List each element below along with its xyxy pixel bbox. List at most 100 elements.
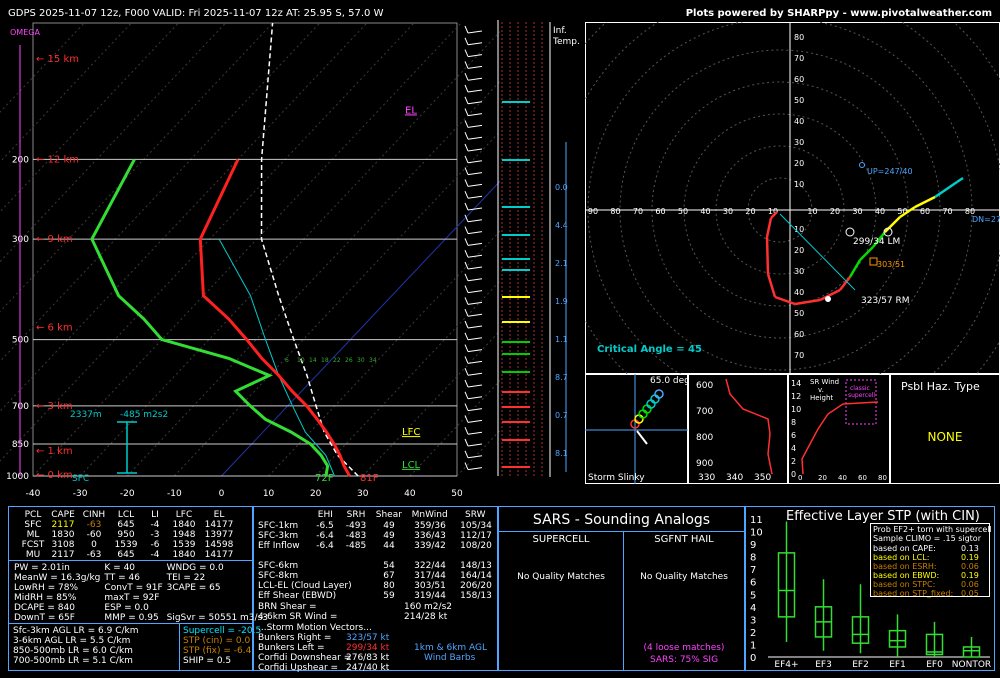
isotherm-line xyxy=(79,30,500,477)
prob-value: 0.19 xyxy=(961,571,979,580)
hodo-y-tick: 20 xyxy=(794,246,804,255)
loose-matches: (4 loose matches) xyxy=(643,643,725,653)
temp-tick-label: 0 xyxy=(219,489,225,499)
wind-barb xyxy=(467,89,483,93)
theta-x-tick: 350 xyxy=(754,473,771,483)
psbl-haz-value: NONE xyxy=(927,430,963,444)
composite-stp-fix: STP (fix) = -6.4 xyxy=(183,646,252,656)
col-header: LCL xyxy=(117,510,135,520)
t-sfc-label: 81F xyxy=(360,473,379,484)
stp-y-tick: 7 xyxy=(750,565,756,576)
hodo-trace xyxy=(794,298,821,306)
cell: -63 xyxy=(86,520,102,530)
wind-barb xyxy=(467,278,483,282)
kin-cell: 336/43 xyxy=(414,531,446,541)
parcel-header-row: PCL CAPE CINH LCL LI LFC EL xyxy=(19,510,237,520)
storm-slinky-panel: 65.0 deg Storm Slinky xyxy=(585,374,688,484)
omega-label: OMEGA xyxy=(10,28,40,37)
hodo-x-tick: 30 xyxy=(723,207,733,216)
wind-barb-flag xyxy=(464,37,469,45)
isotherm-line xyxy=(362,330,500,477)
mixing-ratio-label: 34 xyxy=(369,357,377,364)
sfc-label: SFC xyxy=(72,474,89,484)
motion-value: 276/83 kt xyxy=(346,653,390,663)
srw-x-tick: 20 xyxy=(818,474,827,482)
isotherm-line xyxy=(409,379,500,477)
prob-value: 0.19 xyxy=(961,553,979,562)
col-header: EL xyxy=(213,510,225,520)
wind-barb-flag xyxy=(464,462,469,470)
kin-cell: -483 xyxy=(345,531,367,541)
composite-ship: SHIP = 0.5 xyxy=(183,656,232,666)
motion-label: Corfidi Upshear = xyxy=(258,663,339,673)
wind-barb-flag xyxy=(464,167,469,175)
wind-barb xyxy=(467,419,483,423)
divider xyxy=(9,560,252,561)
kin-cell: Eff Inflow xyxy=(258,541,300,551)
hodo-up-point xyxy=(859,162,865,168)
cell: 2117 xyxy=(51,550,75,560)
wind-barb xyxy=(467,148,483,152)
pressure-tick-label: 500 xyxy=(12,336,29,346)
slinky-angle: 65.0 deg xyxy=(650,376,688,386)
hodo-x-tick: 40 xyxy=(875,207,885,216)
divider xyxy=(179,623,180,671)
wind-barb-flag xyxy=(464,155,469,163)
hodo-y-tick: 50 xyxy=(794,96,804,105)
hodo-x-tick: 60 xyxy=(920,207,930,216)
hodo-dn-label: DN=276 xyxy=(972,215,1000,224)
hodo-x-tick: 30 xyxy=(852,207,862,216)
hodo-y-tick: 60 xyxy=(794,330,804,339)
wind-barb xyxy=(467,372,483,376)
height-label: ← 1 km xyxy=(36,446,73,457)
wind-barb xyxy=(467,242,483,246)
prob-title: Prob EF2+ torn with supercell xyxy=(873,525,992,534)
page-title: GDPS 2025-11-07 12z, F000 VALID: Fri 202… xyxy=(8,8,384,19)
cell: 950 xyxy=(117,530,135,540)
srw-title: v. xyxy=(818,386,824,394)
kinematic-panel: EHI SRH Shear MnWind SRW SFC-1km -6.5 -493… xyxy=(253,506,498,673)
col-header: LFC xyxy=(175,510,193,520)
sars-title: SARS - Sounding Analogs xyxy=(532,512,711,528)
prob-value: 0.13 xyxy=(961,544,979,553)
mixing-ratio-label: 6 xyxy=(285,357,289,364)
hodo-x-tick: 70 xyxy=(942,207,952,216)
srw-classic: supercell xyxy=(848,392,875,399)
prob-value: 0.05 xyxy=(961,589,979,598)
index-value: DownT = 65F xyxy=(14,613,75,623)
hodo-trace xyxy=(914,195,936,209)
stp-y-tick: 9 xyxy=(750,540,756,551)
pressure-tick-label: 1000 xyxy=(6,472,29,482)
srw-trace xyxy=(801,401,879,475)
cell: 645 xyxy=(117,520,135,530)
kin-cell: 54 xyxy=(383,561,395,571)
mixing-ratio-label: 14 xyxy=(309,357,317,364)
lapse-rate: 700-500mb LR = 5.1 C/km xyxy=(13,656,133,666)
wind-barb-flag xyxy=(464,450,469,458)
hodo-bunkers-line xyxy=(779,213,856,291)
srw-y-tick: 8 xyxy=(791,418,796,427)
kin-cell: 112/17 xyxy=(460,531,492,541)
wind-barb xyxy=(467,396,483,400)
kin-cell: 148/13 xyxy=(460,561,492,571)
theta-panel: 600 700 800 900 330 340 350 xyxy=(688,374,788,484)
index-value: DCAPE = 840 xyxy=(14,603,75,613)
pressure-tick-label: 300 xyxy=(12,235,29,245)
srw-classic: classic xyxy=(850,385,870,392)
stp-category: EF4+ xyxy=(774,660,798,670)
wind-barb xyxy=(467,101,483,105)
prob-label: based on ESRH: xyxy=(873,562,937,571)
kin-cell: 49 xyxy=(383,521,395,531)
kin-cell: -485 xyxy=(345,541,367,551)
theta-trace xyxy=(725,378,773,475)
wind-barb xyxy=(467,467,483,471)
cell: 1539 xyxy=(114,540,138,550)
parcel-row: FCST 3108 0 1539 -6 1539 14598 xyxy=(19,540,237,550)
storm-motion-title: ...Storm Motion Vectors... xyxy=(258,623,372,633)
kin-cell: 164/14 xyxy=(460,571,492,581)
lcl-label: LCL xyxy=(402,460,421,471)
wind-barb xyxy=(467,325,483,329)
wind-barb-flag xyxy=(464,356,469,364)
wind-barb xyxy=(467,30,483,34)
kin-cell: 206/20 xyxy=(460,581,492,591)
